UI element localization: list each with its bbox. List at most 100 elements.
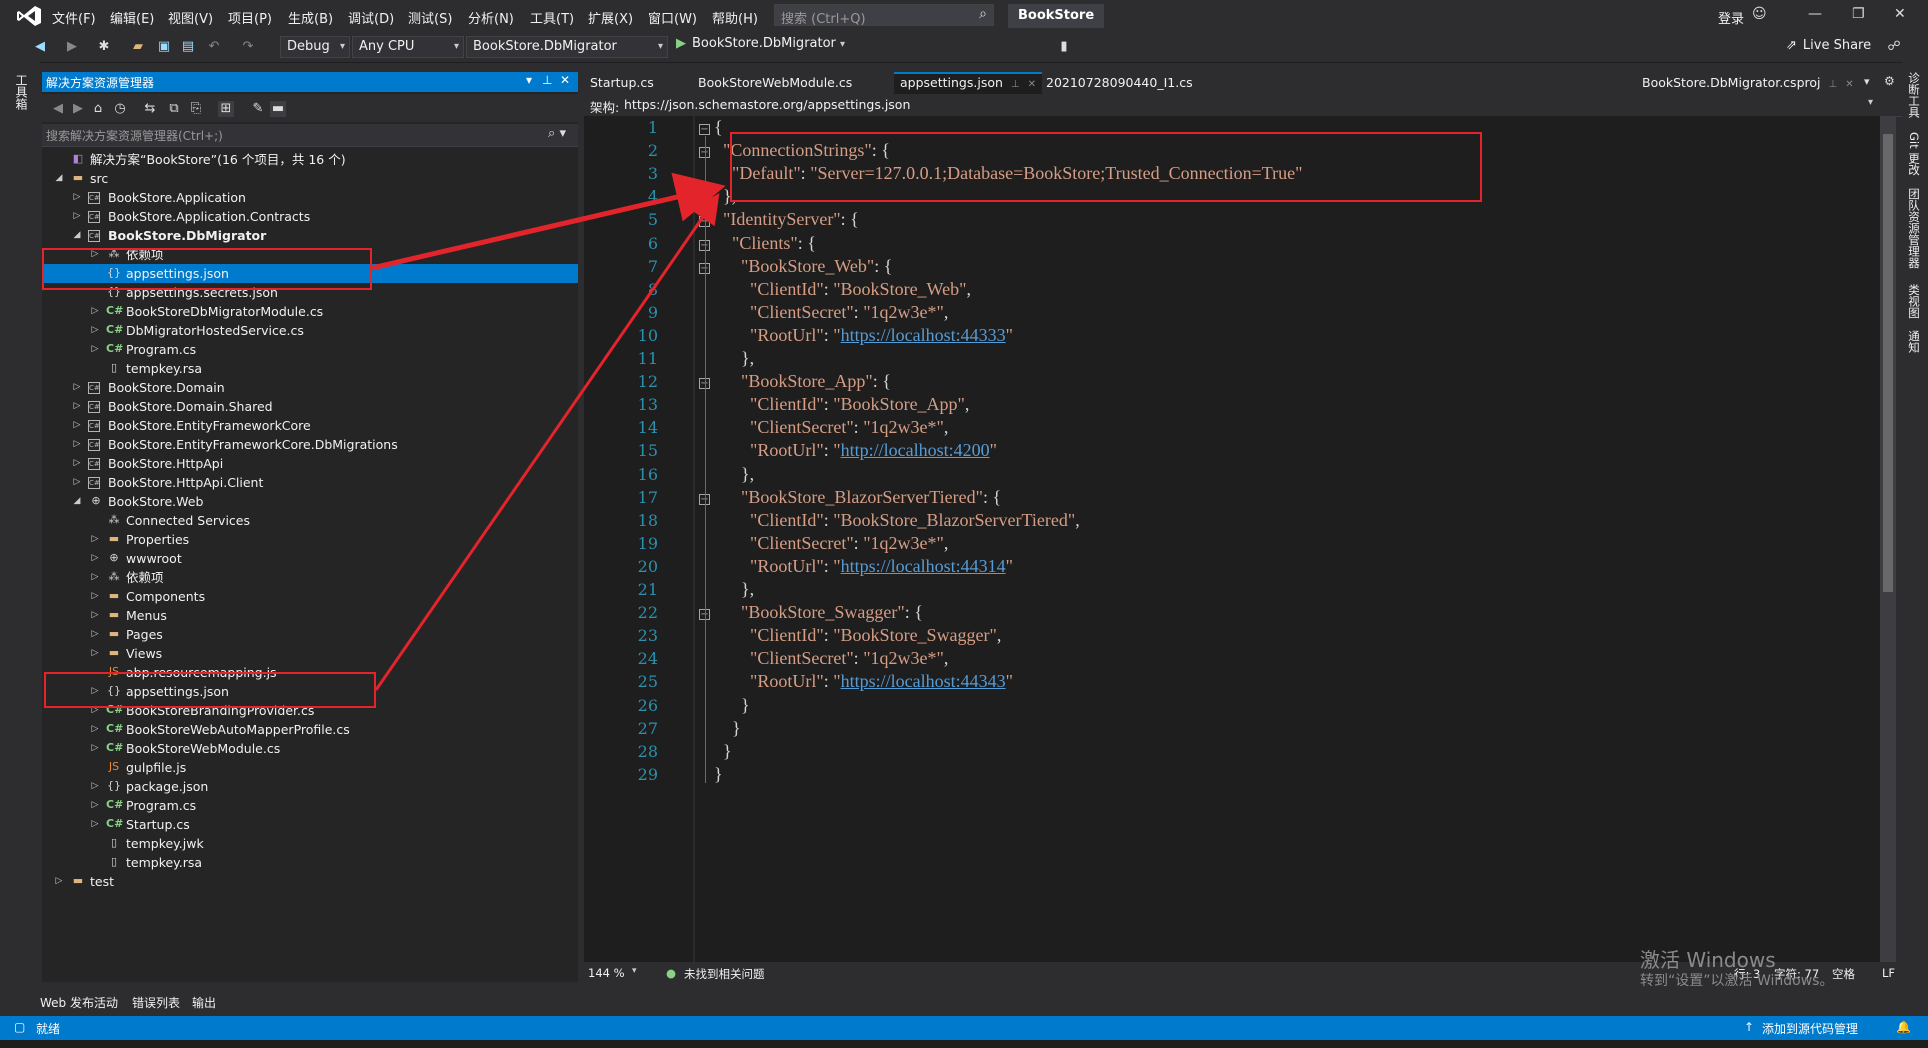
schema-url[interactable]: https://json.schemastore.org/appsettings…	[624, 97, 910, 112]
tree-item[interactable]: ▷ ▬ Views	[42, 644, 578, 663]
solution-search-input[interactable]: 搜索解决方案资源管理器(Ctrl+;) ⌕ ▾	[42, 124, 578, 147]
collapsed-arrow-icon[interactable]: ▷	[90, 340, 100, 359]
tree-item[interactable]: ▷ ▬ test	[42, 872, 578, 891]
diagnostics-tab[interactable]: 诊断工具	[1906, 72, 1922, 118]
collapsed-arrow-icon[interactable]: ▷	[72, 397, 82, 416]
tree-item[interactable]: ◢ C# BookStore.DbMigrator	[42, 226, 578, 245]
tree-item[interactable]: ▷ C# BookStore.HttpApi.Client	[42, 473, 578, 492]
bookmark-icon[interactable]: ▮	[1056, 39, 1072, 55]
dropdown-icon[interactable]: ▾	[526, 73, 532, 87]
tree-item[interactable]: ▷ {} package.json	[42, 777, 578, 796]
restore-icon[interactable]: ❐	[1852, 6, 1865, 22]
tree-item[interactable]: ▷ ▬ Properties	[42, 530, 578, 549]
collapsed-arrow-icon[interactable]: ▷	[90, 321, 100, 340]
whitespace-indicator[interactable]: 空格	[1832, 966, 1855, 982]
tree-item[interactable]: ▯ tempkey.rsa	[42, 853, 578, 872]
tree-item[interactable]: ⁂ Connected Services	[42, 511, 578, 530]
zoom-level[interactable]: 144 %	[588, 966, 625, 980]
bell-icon[interactable]: 🔔	[1896, 1020, 1911, 1034]
tree-item[interactable]: ▷ ▬ Pages	[42, 625, 578, 644]
code-line[interactable]: "RootUrl": "https://localhost:44343"	[714, 671, 1013, 692]
feedback-icon[interactable]: ☍	[1886, 39, 1902, 55]
save-icon[interactable]: ▣	[156, 39, 172, 55]
menu-build[interactable]: 生成(B)	[288, 8, 333, 27]
tree-item[interactable]: ◧ 解决方案“BookStore”(16 个项目，共 16 个)	[42, 150, 578, 169]
code-line[interactable]: "ClientSecret": "1q2w3e*",	[714, 417, 948, 438]
chevron-down-icon[interactable]: ▾	[1868, 97, 1873, 108]
close-icon[interactable]: ✕	[1845, 79, 1853, 90]
eol-indicator[interactable]: LF	[1882, 966, 1895, 980]
tree-item[interactable]: ▯ tempkey.jwk	[42, 834, 578, 853]
code-line[interactable]: "RootUrl": "https://localhost:44314"	[714, 556, 1013, 577]
undo-icon[interactable]: ↶	[206, 39, 222, 55]
collapsed-arrow-icon[interactable]: ▷	[90, 606, 100, 625]
tree-item[interactable]: ▷ ⊕ wwwroot	[42, 549, 578, 568]
close-icon[interactable]: ✕	[560, 73, 570, 87]
close-icon[interactable]: ✕	[1028, 79, 1036, 90]
sign-in-link[interactable]: 登录	[1718, 8, 1744, 27]
code-line[interactable]: "BookStore_Web": {	[714, 256, 892, 277]
gear-icon[interactable]: ⚙	[1884, 74, 1895, 88]
tree-item[interactable]: ▷ ⁂ 依赖项	[42, 568, 578, 587]
tree-item[interactable]: ▷ C# BookStore.EntityFrameworkCore	[42, 416, 578, 435]
fold-toggle-icon[interactable]: −	[699, 124, 710, 135]
code-line[interactable]: },	[714, 348, 754, 369]
tree-item[interactable]: ▷ C# BookStoreWebAutoMapperProfile.cs	[42, 720, 578, 739]
tab-error-list[interactable]: 错误列表	[132, 994, 180, 1011]
code-line[interactable]: "BookStore_BlazorServerTiered": {	[714, 487, 1001, 508]
expanded-arrow-icon[interactable]: ◢	[72, 492, 82, 511]
minimize-icon[interactable]: —	[1808, 6, 1822, 22]
toolbox-tab[interactable]: 工具箱	[14, 74, 30, 110]
pin-icon[interactable]: ⊥	[1829, 79, 1838, 90]
configuration-select[interactable]: Debug ▾	[280, 36, 350, 58]
issues-status[interactable]: 未找到相关问题	[684, 966, 765, 982]
account-icon[interactable]: ☺	[1752, 6, 1767, 22]
collapsed-arrow-icon[interactable]: ▷	[90, 815, 100, 834]
clock-icon[interactable]: ◷	[112, 101, 128, 117]
menu-edit[interactable]: 编辑(E)	[110, 8, 154, 27]
menu-tools[interactable]: 工具(T)	[530, 8, 574, 27]
code-line[interactable]: }	[714, 741, 732, 762]
forward-icon[interactable]: ▶	[64, 39, 80, 55]
tree-item[interactable]: ◢ ▬ src	[42, 169, 578, 188]
quick-search-input[interactable]: 搜索 (Ctrl+Q) ⌕	[774, 4, 994, 27]
menu-view[interactable]: 视图(V)	[168, 8, 213, 27]
platform-select[interactable]: Any CPU ▾	[352, 36, 464, 58]
menu-project[interactable]: 项目(P)	[228, 8, 272, 27]
collapsed-arrow-icon[interactable]: ▷	[90, 777, 100, 796]
code-line[interactable]: "ClientId": "BookStore_Web",	[714, 279, 971, 300]
tree-item[interactable]: ▯ tempkey.rsa	[42, 359, 578, 378]
tree-item[interactable]: ▷ C# DbMigratorHostedService.cs	[42, 321, 578, 340]
team-explorer-tab[interactable]: 团队资源管理器	[1906, 188, 1922, 269]
tree-item[interactable]: ▷ C# BookStore.Domain	[42, 378, 578, 397]
tree-item[interactable]: ▷ C# Program.cs	[42, 796, 578, 815]
collapsed-arrow-icon[interactable]: ▷	[90, 625, 100, 644]
code-line[interactable]: }	[714, 764, 723, 785]
class-view-tab[interactable]: 类视图	[1906, 284, 1922, 319]
menu-window[interactable]: 窗口(W)	[648, 8, 697, 27]
code-line[interactable]: "BookStore_Swagger": {	[714, 602, 923, 623]
scrollbar-thumb[interactable]	[1883, 134, 1893, 592]
add-to-source-control-button[interactable]: 添加到源代码管理	[1762, 1020, 1858, 1037]
collapsed-arrow-icon[interactable]: ▷	[54, 872, 64, 891]
tab-appsettings-json[interactable]: appsettings.json ⊥ ✕	[894, 72, 1043, 94]
code-line[interactable]: },	[714, 464, 754, 485]
collapsed-arrow-icon[interactable]: ▷	[72, 454, 82, 473]
tab-overflow-icon[interactable]: ▾	[1864, 75, 1870, 88]
tab-dbmigrator-csproj[interactable]: BookStore.DbMigrator.csproj ⊥ ✕	[1636, 72, 1860, 94]
code-line[interactable]: "ClientSecret": "1q2w3e*",	[714, 533, 948, 554]
collapsed-arrow-icon[interactable]: ▷	[90, 568, 100, 587]
back-icon[interactable]: ◀	[50, 101, 66, 117]
expanded-arrow-icon[interactable]: ◢	[72, 226, 82, 245]
collapsed-arrow-icon[interactable]: ▷	[72, 473, 82, 492]
code-line[interactable]: }	[714, 718, 741, 739]
collapse-all-icon[interactable]: ⧉	[166, 101, 182, 117]
save-all-icon[interactable]: ▤	[180, 39, 196, 55]
notifications-tab[interactable]: 通知	[1906, 330, 1922, 353]
code-line[interactable]: "ClientId": "BookStore_BlazorServerTiere…	[714, 510, 1080, 531]
code-line[interactable]: {	[714, 117, 723, 138]
tree-item[interactable]: ◢ ⊕ BookStore.Web	[42, 492, 578, 511]
pin-icon[interactable]: ⊥	[1011, 79, 1020, 90]
code-line[interactable]: "Clients": {	[714, 233, 816, 254]
code-link[interactable]: https://localhost:44343	[841, 671, 1006, 691]
